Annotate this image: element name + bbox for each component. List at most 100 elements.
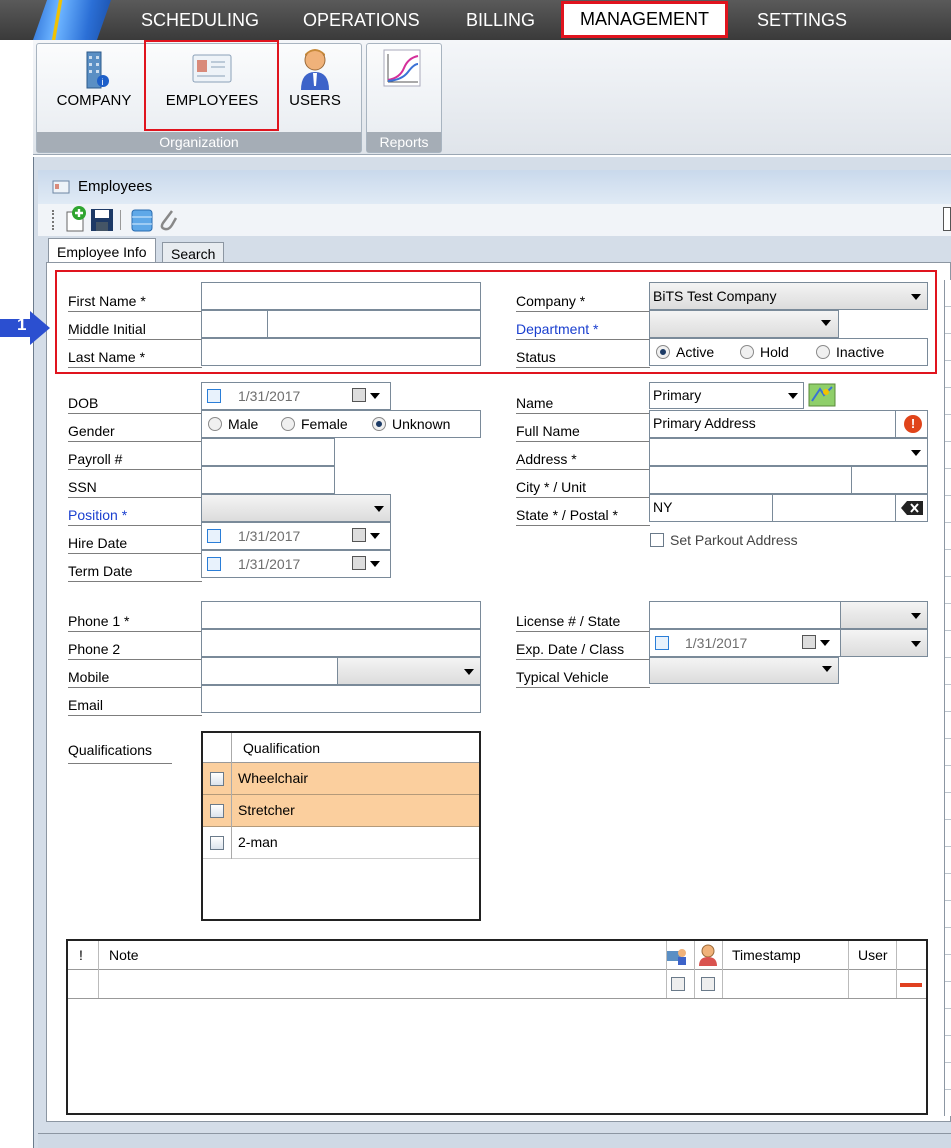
dob-checkbox[interactable] [207, 389, 221, 403]
middle-initial-extra-input[interactable] [267, 310, 481, 338]
exp-date-picker[interactable]: 1/31/2017 [649, 629, 841, 657]
users-button[interactable]: USERS [282, 46, 348, 109]
calendar-icon[interactable] [352, 388, 366, 402]
term-date-picker[interactable]: 1/31/2017 [201, 550, 391, 578]
reports-button[interactable] [382, 48, 422, 91]
hire-date-picker[interactable]: 1/31/2017 [201, 522, 391, 550]
calendar-icon[interactable] [352, 528, 366, 542]
id-card-icon [192, 54, 232, 83]
dob-date-picker[interactable]: 1/31/2017 [201, 382, 391, 410]
mobile-input[interactable] [201, 657, 338, 685]
chart-icon [383, 49, 421, 87]
full-name-label: Full Name [516, 420, 650, 442]
gender-male-radio[interactable]: Male [208, 411, 258, 437]
row-checkbox[interactable] [210, 836, 224, 850]
address-select[interactable] [649, 438, 928, 466]
last-name-input[interactable] [201, 338, 481, 366]
address-name-select[interactable]: Primary [649, 382, 804, 409]
term-date-value: 1/31/2017 [238, 556, 301, 572]
right-grid-strip [944, 280, 951, 1116]
license-number-input[interactable] [649, 601, 841, 629]
company-label: COMPANY [56, 92, 132, 109]
column-divider [231, 733, 232, 763]
remove-row-icon[interactable] [900, 983, 922, 987]
table-row[interactable]: Wheelchair [203, 763, 479, 795]
gender-female-radio[interactable]: Female [281, 411, 348, 437]
employees-button[interactable]: EMPLOYEES [150, 52, 274, 109]
tab-employee-info[interactable]: Employee Info [48, 238, 156, 264]
row-checkbox[interactable] [210, 772, 224, 786]
vehicle-checkbox[interactable] [671, 977, 685, 991]
hire-date-checkbox[interactable] [207, 529, 221, 543]
chevron-down-icon[interactable] [370, 393, 380, 399]
company-select[interactable]: BiTS Test Company [649, 282, 928, 310]
menu-scheduling[interactable]: SCHEDULING [141, 0, 259, 40]
unit-input[interactable] [851, 466, 928, 494]
column-divider [231, 827, 232, 859]
status-radio-group: Active Hold Inactive [649, 338, 928, 366]
calendar-icon[interactable] [802, 635, 816, 649]
qualifications-table: Qualification Wheelchair Stretcher 2-man [201, 731, 481, 921]
ssn-input[interactable] [201, 466, 335, 494]
table-row[interactable]: 2-man [203, 827, 479, 859]
menu-operations[interactable]: OPERATIONS [303, 0, 420, 40]
license-state-select[interactable] [840, 601, 928, 629]
checkbox[interactable] [650, 533, 664, 547]
hire-date-label: Hire Date [68, 532, 202, 554]
chevron-down-icon [911, 450, 921, 456]
window-title: Employees [78, 178, 153, 195]
attachment-icon[interactable] [158, 207, 178, 233]
postal-input[interactable] [772, 494, 928, 522]
term-date-checkbox[interactable] [207, 557, 221, 571]
database-icon[interactable] [130, 207, 154, 233]
address-name-value: Primary [653, 387, 702, 403]
phone2-input[interactable] [201, 629, 481, 657]
field-divider [895, 495, 896, 521]
payroll-input[interactable] [201, 438, 335, 466]
chevron-down-icon [822, 666, 832, 672]
department-select[interactable] [649, 310, 839, 338]
toolbar-overflow[interactable] [943, 207, 951, 231]
chevron-down-icon[interactable] [370, 533, 380, 539]
state-input[interactable]: NY [649, 494, 773, 522]
exp-date-checkbox[interactable] [655, 636, 669, 650]
first-name-input[interactable] [201, 282, 481, 310]
map-icon[interactable] [808, 383, 836, 407]
row-checkbox[interactable] [210, 804, 224, 818]
city-input[interactable] [649, 466, 852, 494]
license-class-select[interactable] [840, 629, 928, 657]
set-parkout-label: Set Parkout Address [670, 532, 798, 548]
table-row[interactable] [68, 970, 926, 999]
email-input[interactable] [201, 685, 481, 713]
table-row[interactable]: Stretcher [203, 795, 479, 827]
phone1-input[interactable] [201, 601, 481, 629]
note-input[interactable] [98, 970, 666, 998]
position-select[interactable] [201, 494, 391, 522]
status-inactive-radio[interactable]: Inactive [816, 339, 884, 365]
chevron-down-icon[interactable] [370, 561, 380, 567]
tab-search[interactable]: Search [162, 242, 225, 264]
status-active-radio[interactable]: Active [656, 339, 714, 365]
middle-initial-input[interactable] [201, 310, 268, 338]
save-icon[interactable] [90, 208, 114, 232]
menu-settings[interactable]: SETTINGS [757, 0, 847, 40]
chevron-down-icon[interactable] [820, 640, 830, 646]
status-label: Status [516, 346, 650, 368]
person-checkbox[interactable] [701, 977, 715, 991]
status-hold-radio[interactable]: Hold [740, 339, 789, 365]
calendar-icon[interactable] [352, 556, 366, 570]
chevron-down-icon [911, 641, 921, 647]
full-name-input[interactable]: Primary Address ! [649, 410, 928, 438]
company-button[interactable]: i COMPANY [46, 48, 142, 109]
menu-management[interactable]: MANAGEMENT [561, 1, 729, 38]
qualification-column-header: Qualification [243, 740, 321, 756]
id-card-icon [52, 180, 70, 194]
new-record-icon[interactable] [64, 206, 88, 232]
gender-unknown-radio[interactable]: Unknown [372, 411, 450, 437]
clear-field-icon[interactable] [901, 501, 923, 515]
mobile-carrier-select[interactable] [337, 657, 481, 685]
typical-vehicle-select[interactable] [649, 657, 839, 684]
set-parkout-checkbox[interactable]: Set Parkout Address [650, 532, 798, 548]
window-bottom-border [38, 1133, 951, 1148]
menu-billing[interactable]: BILLING [466, 0, 535, 40]
